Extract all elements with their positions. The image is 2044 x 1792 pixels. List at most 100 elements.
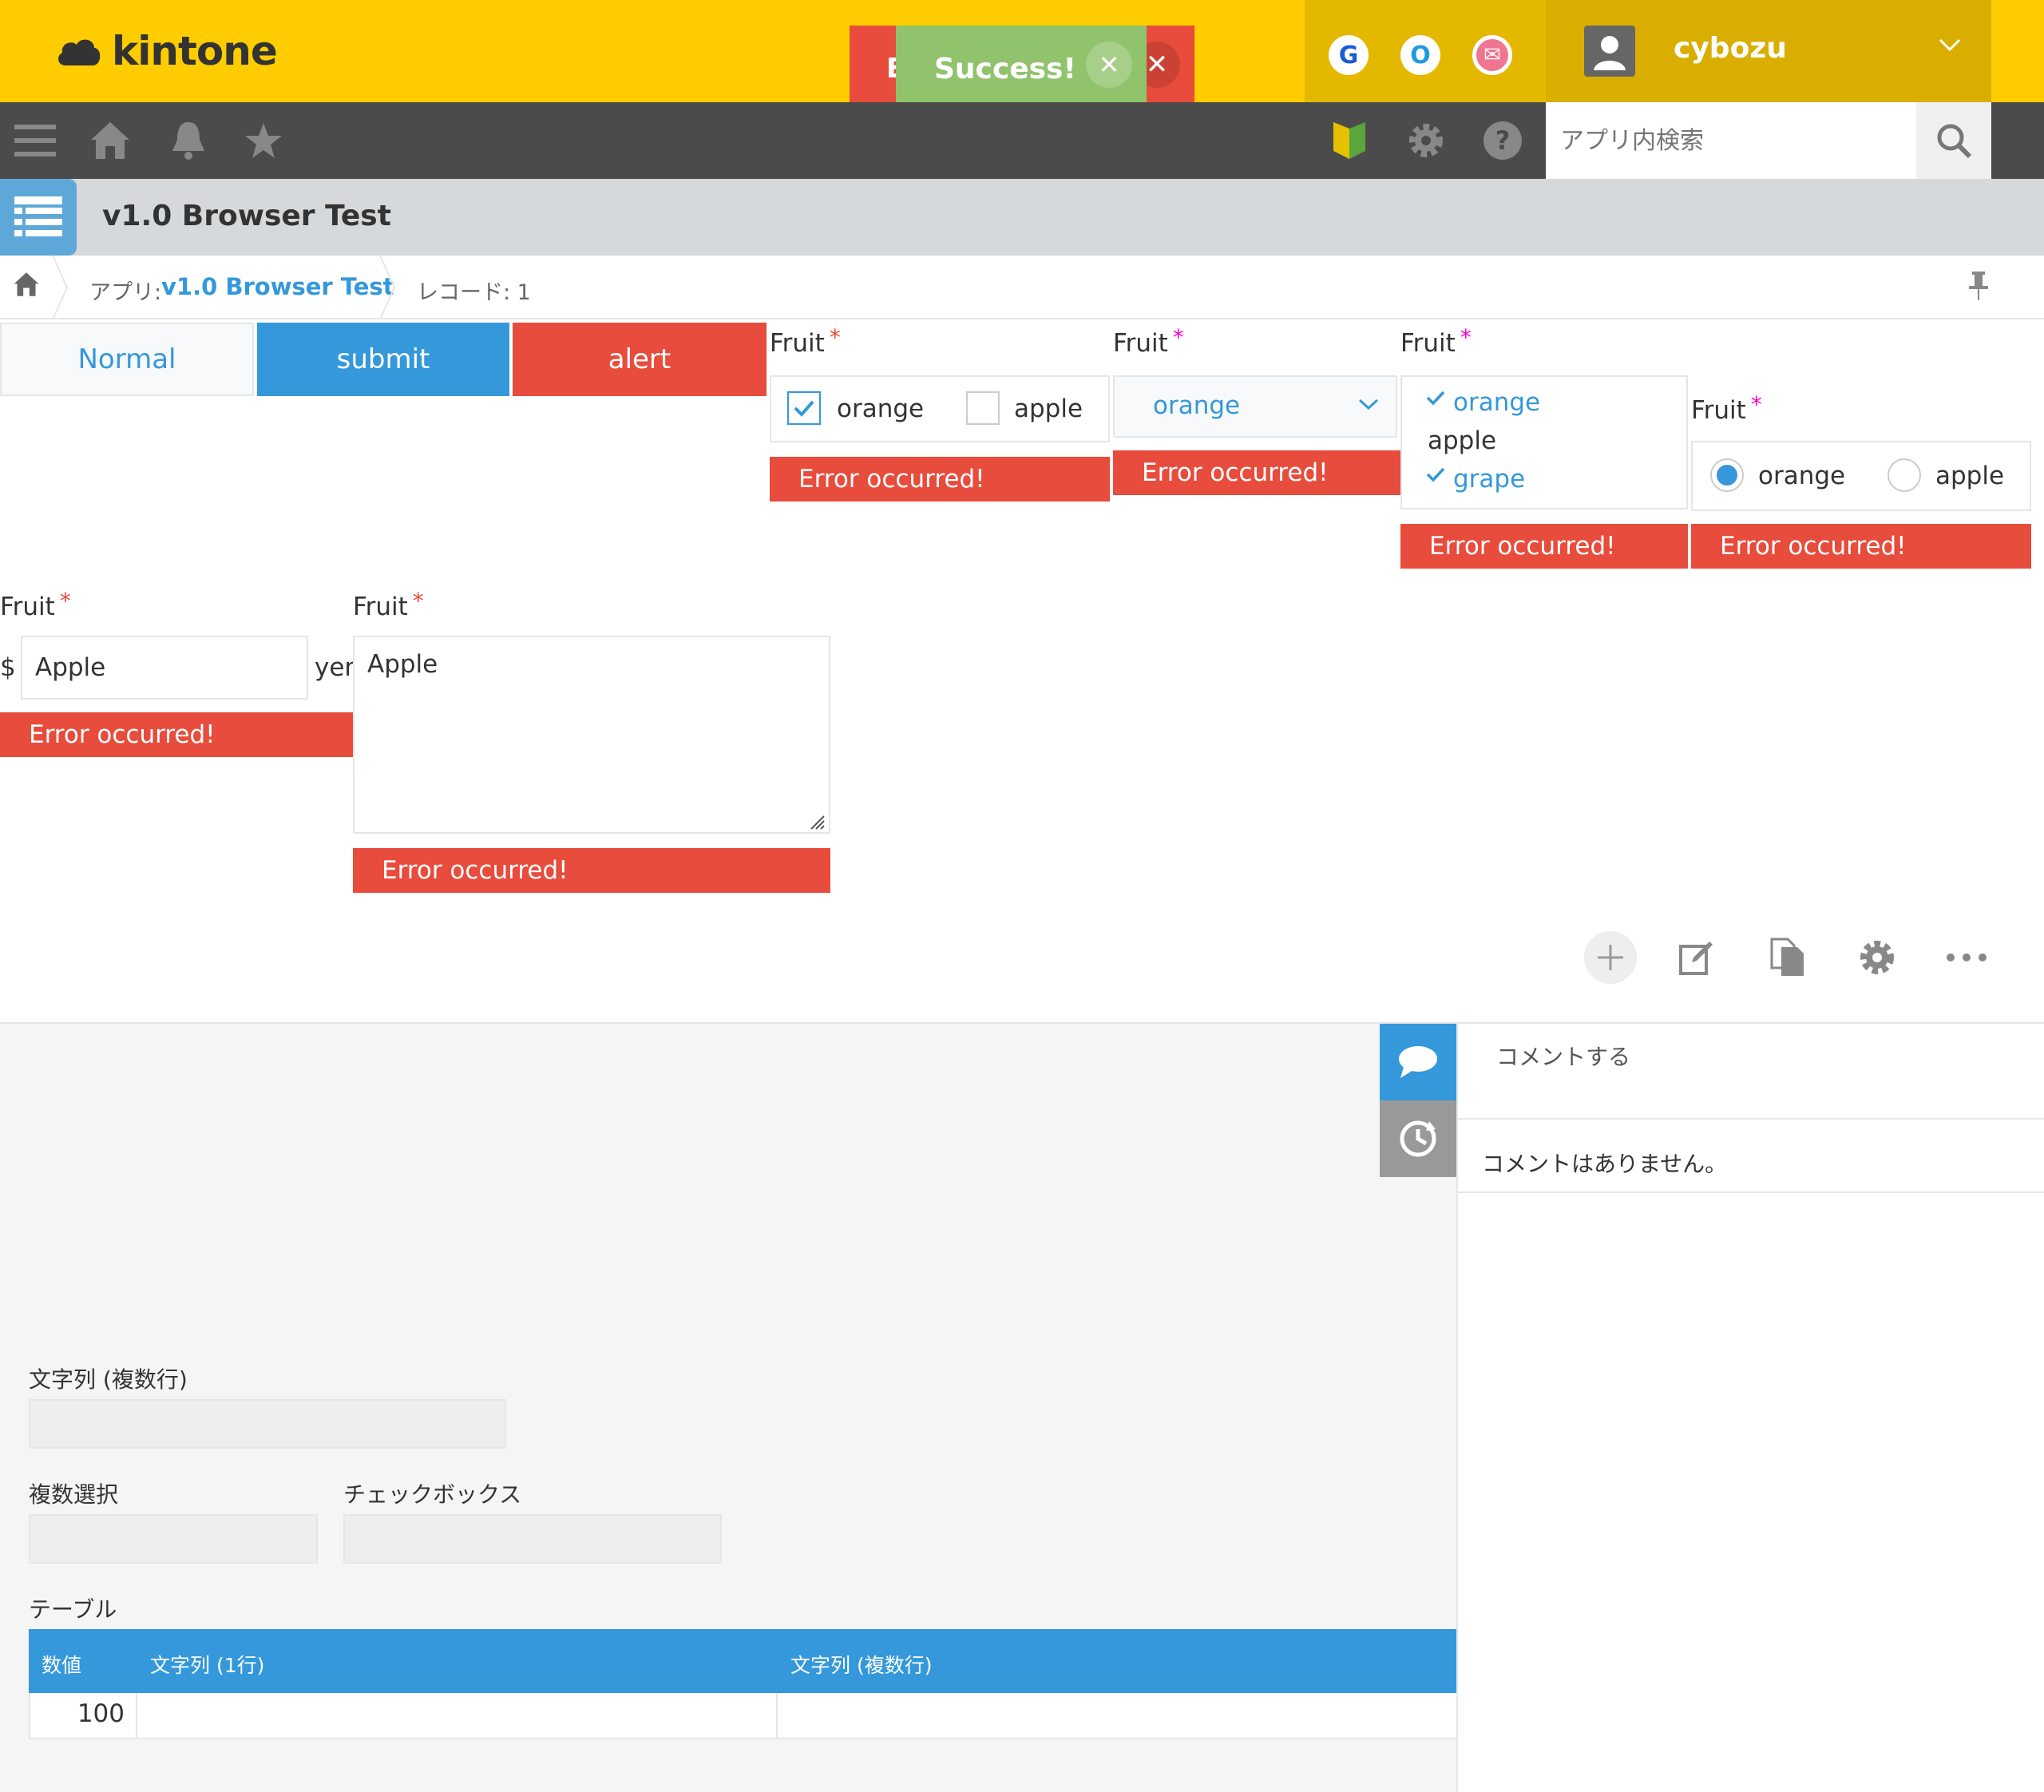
resize-handle-icon[interactable] — [806, 811, 826, 834]
svg-text:?: ? — [1495, 125, 1511, 156]
multiline-field-label: 文字列 (複数行) — [29, 1366, 188, 1393]
checkbox-option-label[interactable]: apple — [1014, 394, 1083, 423]
field-label-text: Fruit — [353, 593, 408, 621]
comment-sidebar — [1456, 1022, 2044, 1792]
alert-button[interactable]: alert — [513, 323, 766, 396]
field-label-text: Fruit — [770, 329, 825, 358]
submit-button[interactable]: submit — [257, 323, 509, 396]
star-icon[interactable] — [240, 117, 287, 165]
table-header-cell: 数値 — [42, 1654, 82, 1677]
dropdown-error: Error occurred! — [1113, 450, 1400, 495]
home-icon[interactable] — [86, 117, 134, 165]
bell-icon[interactable] — [164, 117, 212, 165]
user-icon — [1594, 36, 1626, 70]
checkbox-field-label: Fruit * — [770, 324, 841, 358]
chevron-down-icon[interactable] — [1357, 396, 1380, 415]
radio-field-label: Fruit * — [1691, 391, 1762, 425]
history-icon — [1400, 1120, 1436, 1157]
radio-option-label[interactable]: orange — [1758, 462, 1845, 490]
beginner-icon[interactable] — [1325, 117, 1373, 165]
multichoice-option-apple[interactable]: apple — [1428, 426, 1496, 455]
checkbox-option-label[interactable]: orange — [837, 394, 924, 423]
multiselect-field-value — [29, 1514, 318, 1564]
office-icon[interactable]: O — [1400, 35, 1440, 75]
radio-apple[interactable] — [1888, 458, 1921, 492]
pin-icon[interactable] — [1969, 272, 1988, 307]
avatar[interactable] — [1584, 26, 1635, 77]
success-close-icon[interactable]: ✕ — [1086, 42, 1132, 88]
speech-bubble-icon — [1399, 1046, 1437, 1078]
required-mark: * — [59, 588, 71, 614]
table-field-label: テーブル — [29, 1596, 117, 1623]
check-icon — [1426, 390, 1445, 409]
textarea-field-label: Fruit * — [353, 588, 424, 621]
normal-button[interactable]: Normal — [0, 323, 254, 396]
add-record-icon[interactable] — [1584, 931, 1637, 984]
multiselect-field-label: 複数選択 — [29, 1481, 119, 1508]
no-comments-text: コメントはありません。 — [1482, 1151, 1728, 1177]
checkbox-field-label: チェックボックス — [343, 1481, 522, 1508]
header-filler — [1991, 0, 2044, 102]
field-label-text: Fruit — [1691, 396, 1746, 425]
divider — [1458, 1191, 2044, 1193]
radio-dot — [1717, 465, 1737, 486]
radio-error: Error occurred! — [1691, 524, 2031, 569]
garoon-icon[interactable]: G — [1329, 35, 1369, 75]
breadcrumb-separator — [52, 256, 69, 319]
help-icon[interactable]: ? — [1479, 117, 1527, 165]
table-cell: 100 — [77, 1699, 125, 1728]
field-label-text: Fruit — [1113, 329, 1168, 358]
radio-orange[interactable] — [1710, 458, 1744, 492]
dropdown-value[interactable]: orange — [1153, 391, 1240, 420]
app-icon[interactable] — [0, 179, 77, 256]
username[interactable]: cybozu — [1674, 32, 1787, 65]
required-mark: * — [412, 588, 424, 614]
app-title: v1.0 Browser Test — [102, 200, 391, 232]
breadcrumb-record: レコード: 1 — [417, 280, 531, 305]
search-input[interactable] — [1560, 120, 1903, 161]
kintone-logo[interactable]: kintone — [54, 26, 278, 77]
dropdown-field-label: Fruit * — [1113, 324, 1184, 358]
history-tab[interactable] — [1380, 1100, 1456, 1177]
edit-icon[interactable] — [1670, 931, 1723, 984]
checkbox-error: Error occurred! — [770, 457, 1110, 502]
menu-icon[interactable] — [11, 117, 59, 165]
table-cell-divider — [776, 1693, 778, 1739]
gear-icon[interactable] — [1402, 117, 1450, 165]
textarea-error: Error occurred! — [353, 848, 830, 893]
text-error: Error occurred! — [0, 712, 353, 757]
gear-icon[interactable] — [1851, 931, 1903, 984]
comment-input[interactable] — [1458, 1024, 2044, 1120]
breadcrumb-home-icon[interactable] — [13, 272, 40, 304]
text-input[interactable] — [21, 636, 308, 700]
field-label-text: Fruit — [1400, 329, 1456, 358]
more-options-icon[interactable] — [1940, 931, 1993, 984]
textarea-input[interactable]: Apple — [353, 636, 830, 834]
multiline-field-value — [29, 1399, 506, 1449]
field-label-text: Fruit — [0, 593, 55, 621]
multichoice-option-grape[interactable]: grape — [1453, 465, 1525, 494]
radio-option-label[interactable]: apple — [1935, 462, 2004, 490]
breadcrumb-separator — [379, 256, 396, 319]
search-icon — [1937, 124, 1972, 159]
search-button[interactable] — [1916, 102, 1991, 179]
list-icon — [14, 196, 62, 236]
checkbox-apple[interactable] — [966, 391, 1000, 425]
comment-placeholder[interactable]: コメントする — [1496, 1040, 1630, 1072]
required-mark: * — [1750, 391, 1762, 418]
multichoice-field-label: Fruit * — [1400, 324, 1472, 358]
multichoice-option-orange[interactable]: orange — [1453, 388, 1540, 417]
success-notification-text: Success! — [934, 53, 1076, 85]
breadcrumb-app-link[interactable]: v1.0 Browser Test — [161, 273, 394, 300]
table-row — [29, 1693, 1456, 1739]
check-icon — [794, 400, 814, 417]
mail-icon[interactable]: ✉ — [1472, 35, 1512, 75]
text-prefix: $ — [0, 653, 16, 682]
multichoice-error: Error occurred! — [1400, 524, 1688, 569]
duplicate-icon[interactable] — [1761, 931, 1814, 984]
comment-tab[interactable] — [1380, 1024, 1456, 1100]
checkbox-orange[interactable] — [787, 391, 821, 425]
chevron-down-icon[interactable] — [1937, 32, 1963, 64]
breadcrumb-app-prefix: アプリ: — [89, 280, 162, 305]
table-cell-divider — [136, 1693, 137, 1739]
